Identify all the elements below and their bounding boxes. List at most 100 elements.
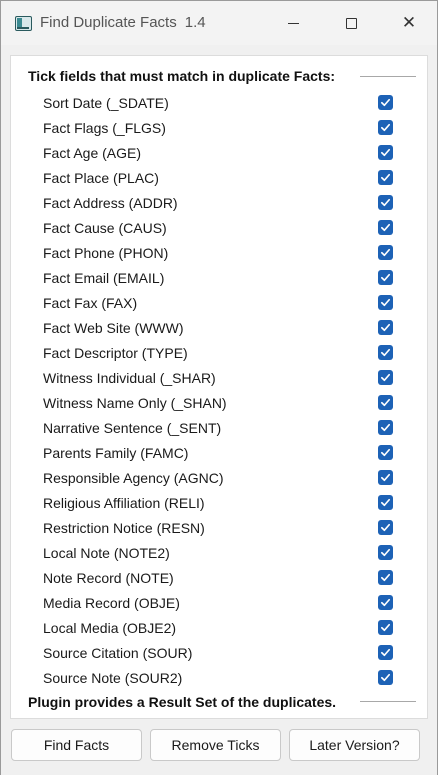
checkmark-icon	[381, 673, 390, 682]
field-row[interactable]: Narrative Sentence (_SENT)	[43, 415, 395, 440]
close-button[interactable]: ✕	[380, 1, 438, 45]
field-label: Fact Place (PLAC)	[43, 169, 159, 186]
field-row[interactable]: Parents Family (FAMC)	[43, 440, 395, 465]
field-row[interactable]: Fact Phone (PHON)	[43, 240, 395, 265]
field-row[interactable]: Fact Web Site (WWW)	[43, 315, 395, 340]
field-checkbox[interactable]	[378, 320, 393, 335]
field-checkbox[interactable]	[378, 520, 393, 535]
window-version: 1.4	[184, 14, 206, 31]
close-icon: ✕	[401, 12, 417, 33]
button-bar: Find Facts Remove Ticks Later Version?	[1, 720, 437, 775]
field-checkbox[interactable]	[378, 545, 393, 560]
checkmark-icon	[381, 223, 390, 232]
field-checkbox[interactable]	[378, 220, 393, 235]
checkmark-icon	[381, 123, 390, 132]
field-checkbox[interactable]	[378, 445, 393, 460]
title-bar[interactable]: Find Duplicate Facts 1.4 ✕	[1, 1, 437, 45]
field-label: Note Record (NOTE)	[43, 569, 174, 586]
field-row[interactable]: Fact Cause (CAUS)	[43, 215, 395, 240]
maximize-button[interactable]	[322, 1, 380, 45]
field-row[interactable]: Note Record (NOTE)	[43, 565, 395, 590]
field-checkbox[interactable]	[378, 645, 393, 660]
checkmark-icon	[381, 598, 390, 607]
field-label: Source Citation (SOUR)	[43, 644, 193, 661]
checkmark-icon	[381, 273, 390, 282]
checkmark-icon	[381, 523, 390, 532]
field-row[interactable]: Responsible Agency (AGNC)	[43, 465, 395, 490]
field-label: Source Note (SOUR2)	[43, 669, 183, 686]
field-checkbox[interactable]	[378, 345, 393, 360]
field-row[interactable]: Sort Date (_SDATE)	[43, 90, 395, 115]
checkmark-icon	[381, 248, 390, 257]
field-label: Witness Name Only (_SHAN)	[43, 394, 227, 411]
checkmark-icon	[381, 473, 390, 482]
window-title-text: Find Duplicate Facts	[40, 14, 177, 31]
field-checkbox[interactable]	[378, 195, 393, 210]
field-checkbox[interactable]	[378, 395, 393, 410]
field-row[interactable]: Fact Place (PLAC)	[43, 165, 395, 190]
field-label: Sort Date (_SDATE)	[43, 94, 169, 111]
field-checkbox[interactable]	[378, 145, 393, 160]
field-checkbox[interactable]	[378, 95, 393, 110]
checkmark-icon	[381, 448, 390, 457]
section-header: Tick fields that must match in duplicate…	[28, 68, 336, 84]
field-checkbox[interactable]	[378, 620, 393, 635]
field-checkbox[interactable]	[378, 570, 393, 585]
field-label: Fact Phone (PHON)	[43, 244, 169, 261]
field-checkbox[interactable]	[378, 120, 393, 135]
checkmark-icon	[381, 323, 390, 332]
field-row[interactable]: Fact Address (ADDR)	[43, 190, 395, 215]
field-label: Fact Flags (_FLGS)	[43, 119, 166, 136]
field-label: Local Media (OBJE2)	[43, 619, 177, 636]
field-row[interactable]: Fact Fax (FAX)	[43, 290, 395, 315]
field-label: Fact Age (AGE)	[43, 144, 142, 161]
checkmark-icon	[381, 498, 390, 507]
field-row[interactable]: Source Citation (SOUR)	[43, 640, 395, 665]
field-checkbox[interactable]	[378, 495, 393, 510]
field-row[interactable]: Fact Age (AGE)	[43, 140, 395, 165]
field-checkbox[interactable]	[378, 170, 393, 185]
field-label: Media Record (OBJE)	[43, 594, 180, 611]
checkmark-icon	[381, 373, 390, 382]
field-checkbox[interactable]	[378, 470, 393, 485]
field-checkbox[interactable]	[378, 245, 393, 260]
field-row[interactable]: Local Note (NOTE2)	[43, 540, 395, 565]
field-checkbox[interactable]	[378, 595, 393, 610]
fields-panel: Tick fields that must match in duplicate…	[10, 55, 428, 719]
field-row[interactable]: Witness Individual (_SHAR)	[43, 365, 395, 390]
field-checkbox[interactable]	[378, 270, 393, 285]
field-label: Fact Email (EMAIL)	[43, 269, 165, 286]
find-facts-button[interactable]: Find Facts	[11, 729, 142, 761]
field-row[interactable]: Restriction Notice (RESN)	[43, 515, 395, 540]
checkmark-icon	[381, 98, 390, 107]
field-row[interactable]: Local Media (OBJE2)	[43, 615, 395, 640]
checkmark-icon	[381, 298, 390, 307]
checkmark-icon	[381, 398, 390, 407]
footer-divider	[360, 701, 416, 702]
field-checkbox[interactable]	[378, 420, 393, 435]
field-label: Narrative Sentence (_SENT)	[43, 419, 222, 436]
checkmark-icon	[381, 148, 390, 157]
field-row[interactable]: Fact Flags (_FLGS)	[43, 115, 395, 140]
remove-ticks-button[interactable]: Remove Ticks	[150, 729, 281, 761]
field-checkbox[interactable]	[378, 295, 393, 310]
later-version-button[interactable]: Later Version?	[289, 729, 420, 761]
field-label: Restriction Notice (RESN)	[43, 519, 205, 536]
field-label: Local Note (NOTE2)	[43, 544, 170, 561]
field-label: Fact Web Site (WWW)	[43, 319, 184, 336]
field-checkbox[interactable]	[378, 370, 393, 385]
field-row[interactable]: Fact Email (EMAIL)	[43, 265, 395, 290]
field-row[interactable]: Source Note (SOUR2)	[43, 665, 395, 690]
field-checkbox[interactable]	[378, 670, 393, 685]
field-row[interactable]: Witness Name Only (_SHAN)	[43, 390, 395, 415]
checkmark-icon	[381, 623, 390, 632]
field-label: Fact Cause (CAUS)	[43, 219, 167, 236]
checkmark-icon	[381, 423, 390, 432]
checkmark-icon	[381, 548, 390, 557]
minimize-button[interactable]	[264, 1, 322, 45]
field-row[interactable]: Media Record (OBJE)	[43, 590, 395, 615]
field-row[interactable]: Religious Affiliation (RELI)	[43, 490, 395, 515]
minimize-icon	[287, 22, 299, 24]
field-label: Witness Individual (_SHAR)	[43, 369, 216, 386]
field-row[interactable]: Fact Descriptor (TYPE)	[43, 340, 395, 365]
